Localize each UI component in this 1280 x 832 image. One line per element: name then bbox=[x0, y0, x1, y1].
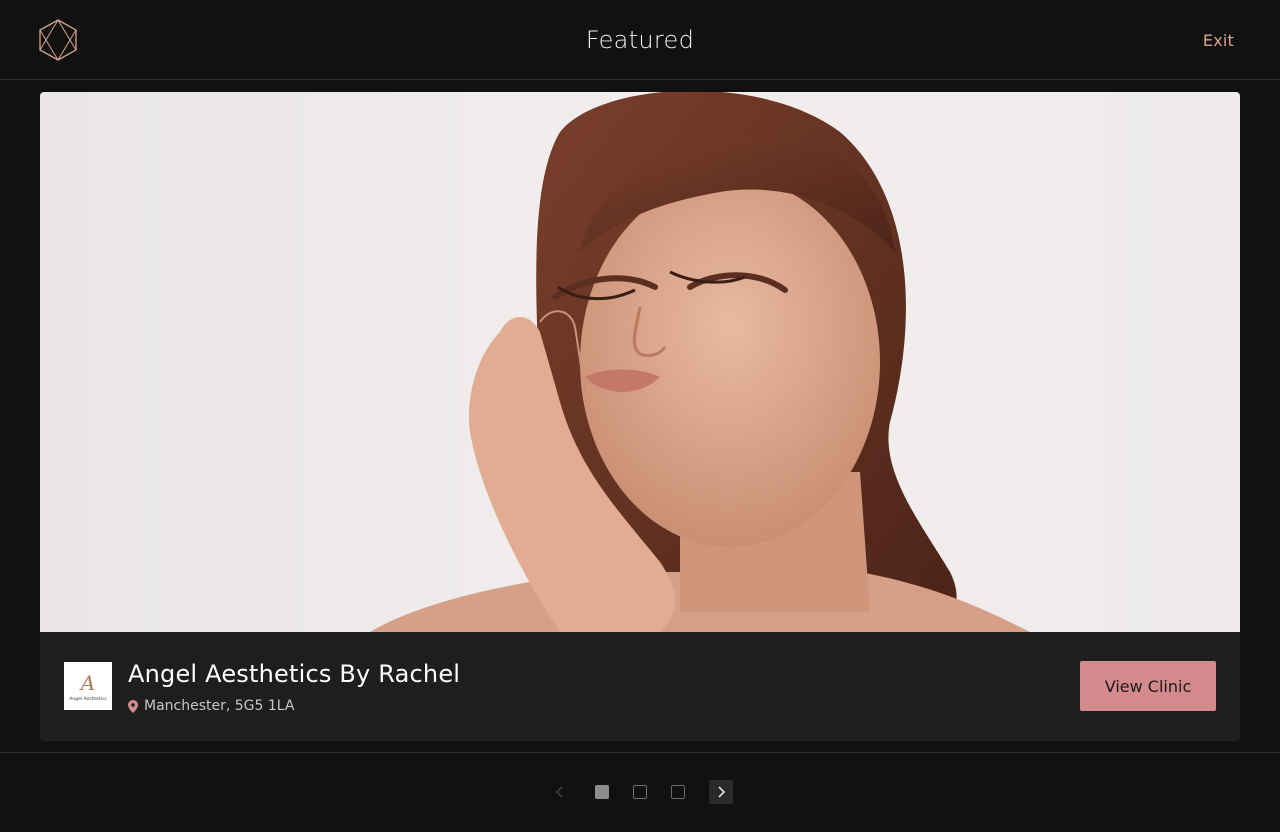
location-text: Manchester, 5G5 1LA bbox=[144, 698, 295, 714]
featured-clinic-card[interactable]: A Angel Aesthetics Angel Aesthetics By R… bbox=[40, 92, 1240, 741]
clinic-location: Manchester, 5G5 1LA bbox=[128, 698, 295, 714]
exit-link[interactable]: Exit bbox=[1203, 31, 1234, 50]
clinic-logo: A Angel Aesthetics bbox=[64, 662, 112, 710]
carousel-pagination bbox=[0, 752, 1280, 832]
page-dot-1[interactable] bbox=[595, 785, 609, 799]
clinic-info-bar: A Angel Aesthetics Angel Aesthetics By R… bbox=[40, 632, 1240, 741]
map-pin-icon bbox=[128, 699, 138, 713]
clinic-name[interactable]: Angel Aesthetics By Rachel bbox=[128, 660, 460, 688]
svg-text:A: A bbox=[79, 671, 95, 695]
page-dot-3[interactable] bbox=[671, 785, 685, 799]
hero-image bbox=[40, 92, 1240, 632]
page-title: Featured bbox=[585, 26, 695, 54]
svg-text:Angel Aesthetics: Angel Aesthetics bbox=[69, 696, 107, 702]
chevron-right-icon[interactable] bbox=[709, 780, 733, 804]
page-dot-2[interactable] bbox=[633, 785, 647, 799]
chevron-left-icon[interactable] bbox=[548, 780, 572, 804]
top-bar: Featured Exit bbox=[0, 0, 1280, 80]
view-clinic-button[interactable]: View Clinic bbox=[1080, 661, 1216, 711]
